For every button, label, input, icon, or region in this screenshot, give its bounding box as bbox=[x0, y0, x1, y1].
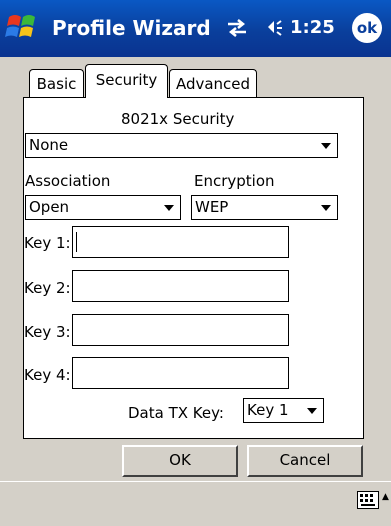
title-bar: Profile Wizard 1:25 ok bbox=[0, 0, 391, 57]
association-select[interactable]: Open bbox=[25, 195, 181, 220]
text-caret bbox=[76, 232, 77, 252]
8021x-security-select[interactable]: None bbox=[25, 133, 338, 158]
clock[interactable]: 1:25 bbox=[290, 17, 335, 38]
cancel-button[interactable]: Cancel bbox=[247, 445, 363, 477]
encryption-label: Encryption bbox=[194, 172, 275, 190]
connectivity-icon[interactable] bbox=[224, 17, 250, 39]
tab-basic[interactable]: Basic bbox=[29, 69, 84, 97]
dropdown-arrow-icon bbox=[321, 143, 331, 149]
keyboard-icon[interactable] bbox=[357, 491, 379, 509]
sip-arrow-up-icon[interactable]: ▲ bbox=[382, 492, 389, 502]
dropdown-arrow-icon bbox=[164, 205, 174, 211]
key-3-input[interactable] bbox=[72, 314, 289, 346]
association-value: Open bbox=[29, 198, 70, 216]
key-1-input[interactable] bbox=[72, 226, 289, 258]
dropdown-arrow-icon bbox=[321, 205, 331, 211]
encryption-value: WEP bbox=[195, 198, 229, 216]
data-tx-key-select[interactable]: Key 1 bbox=[243, 398, 324, 423]
association-label: Association bbox=[25, 172, 111, 190]
encryption-select[interactable]: WEP bbox=[191, 195, 338, 220]
tab-advanced[interactable]: Advanced bbox=[169, 69, 257, 97]
ok-button[interactable]: OK bbox=[122, 445, 238, 477]
8021x-security-value: None bbox=[29, 136, 69, 154]
ok-icon[interactable]: ok bbox=[352, 13, 382, 43]
key-4-input[interactable] bbox=[72, 357, 289, 389]
data-tx-key-value: Key 1 bbox=[247, 401, 289, 419]
bottom-menu-bar: ▲ bbox=[0, 481, 391, 526]
security-tab-panel: 8021x Security None Association Encrypti… bbox=[23, 97, 364, 439]
volume-icon[interactable] bbox=[264, 17, 284, 39]
windows-flag-icon[interactable] bbox=[5, 11, 41, 45]
key-1-label: Key 1: bbox=[24, 234, 71, 252]
key-2-input[interactable] bbox=[72, 270, 289, 302]
data-tx-key-label: Data TX Key: bbox=[128, 404, 224, 422]
key-4-label: Key 4: bbox=[24, 366, 71, 384]
dropdown-arrow-icon bbox=[307, 408, 317, 414]
dialog-area: Basic Security Advanced 8021x Security N… bbox=[0, 57, 391, 481]
tab-security[interactable]: Security bbox=[85, 64, 168, 98]
key-2-label: Key 2: bbox=[24, 279, 71, 297]
app-title: Profile Wizard bbox=[52, 16, 211, 40]
8021x-security-label: 8021x Security bbox=[121, 110, 235, 128]
key-3-label: Key 3: bbox=[24, 323, 71, 341]
